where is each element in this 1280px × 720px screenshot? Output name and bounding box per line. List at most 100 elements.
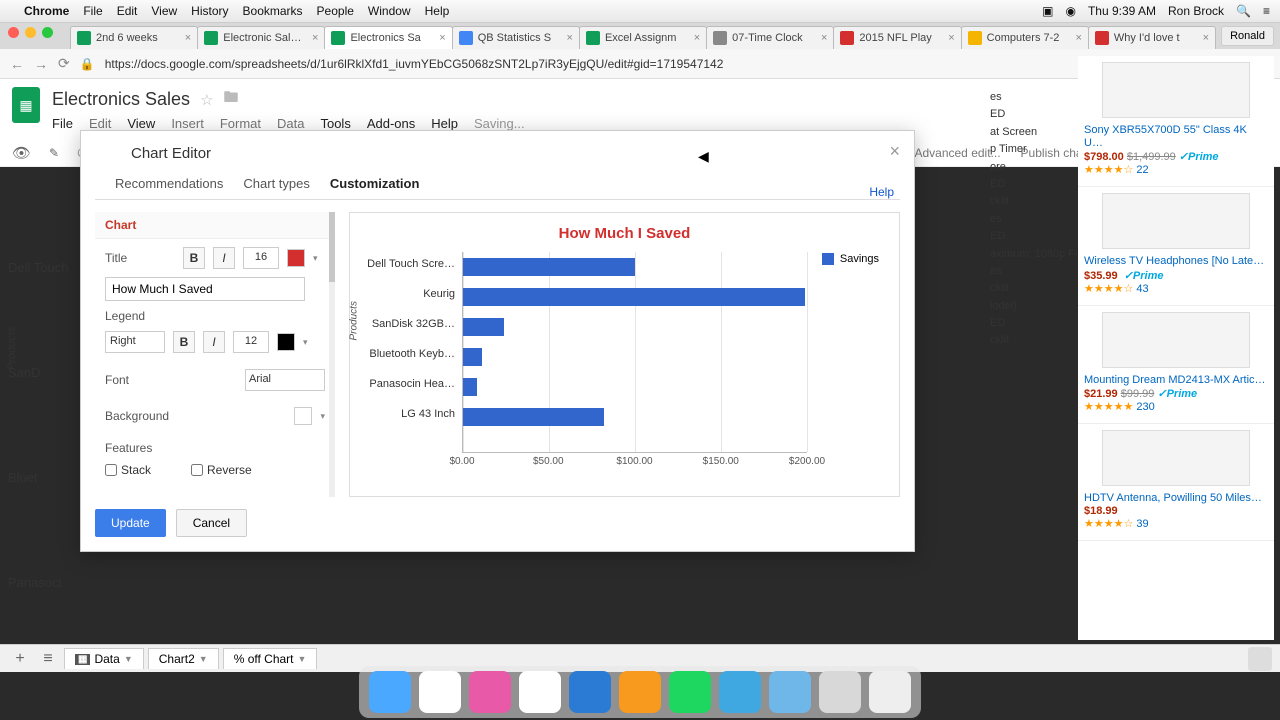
back-icon[interactable]: ←: [10, 56, 24, 72]
explore-button[interactable]: [1248, 647, 1272, 671]
user-name[interactable]: Ron Brock: [1168, 4, 1224, 18]
tab-chart-types[interactable]: Chart types: [243, 176, 309, 191]
title-input[interactable]: [105, 277, 305, 301]
close-tab-icon[interactable]: ×: [821, 32, 827, 44]
reverse-checkbox[interactable]: Reverse: [191, 463, 252, 477]
title-color-swatch[interactable]: [287, 249, 305, 267]
dock-app-icon[interactable]: [669, 671, 711, 713]
url-text[interactable]: https://docs.google.com/spreadsheets/d/1…: [105, 57, 1203, 71]
review-count[interactable]: 39: [1136, 518, 1148, 530]
spotlight-icon[interactable]: 🔍: [1236, 4, 1251, 18]
visibility-icon[interactable]: 👁: [12, 144, 31, 162]
doc-title[interactable]: Electronics Sales: [52, 89, 190, 110]
sheets-menu-insert[interactable]: Insert: [171, 116, 204, 131]
cancel-button[interactable]: Cancel: [176, 509, 247, 537]
section-chart[interactable]: Chart: [95, 212, 335, 239]
italic-button[interactable]: I: [213, 247, 235, 269]
clock[interactable]: Thu 9:39 AM: [1088, 4, 1156, 18]
sheets-menu-format[interactable]: Format: [220, 116, 261, 131]
dock-app-icon[interactable]: [719, 671, 761, 713]
sheets-menu-view[interactable]: View: [127, 116, 155, 131]
sheet-tab[interactable]: ▦ Data ▼: [64, 648, 144, 669]
dock-app-icon[interactable]: [519, 671, 561, 713]
pencil-icon[interactable]: ✎: [49, 146, 59, 160]
browser-tab[interactable]: QB Statistics S×: [452, 26, 580, 49]
product-name[interactable]: Sony XBR55X700D 55" Class 4K U…: [1084, 124, 1268, 150]
close-tab-icon[interactable]: ×: [1075, 32, 1081, 44]
title-size-select[interactable]: 16: [243, 247, 279, 269]
sheets-menu-add-ons[interactable]: Add-ons: [367, 116, 415, 131]
browser-tab[interactable]: 2nd 6 weeks×: [70, 26, 198, 49]
close-window-icon[interactable]: [8, 27, 19, 38]
menu-help[interactable]: Help: [425, 4, 450, 18]
dock-app-icon[interactable]: [619, 671, 661, 713]
product-name[interactable]: Wireless TV Headphones [No Late…: [1084, 255, 1268, 268]
menu-history[interactable]: History: [191, 4, 228, 18]
scrollbar-thumb[interactable]: [329, 212, 335, 282]
menu-edit[interactable]: Edit: [117, 4, 138, 18]
review-count[interactable]: 43: [1136, 283, 1148, 295]
sheets-menu-data[interactable]: Data: [277, 116, 304, 131]
menu-people[interactable]: People: [317, 4, 354, 18]
add-sheet-button[interactable]: +: [8, 650, 32, 668]
close-tab-icon[interactable]: ×: [694, 32, 700, 44]
browser-tab[interactable]: 07-Time Clock×: [706, 26, 834, 49]
dock-app-icon[interactable]: [769, 671, 811, 713]
review-count[interactable]: 22: [1136, 164, 1148, 176]
legend-color-swatch[interactable]: [277, 333, 295, 351]
close-tab-icon[interactable]: ×: [948, 32, 954, 44]
close-tab-icon[interactable]: ×: [312, 32, 318, 44]
browser-tab[interactable]: Excel Assignm×: [579, 26, 707, 49]
legend-position-select[interactable]: Right: [105, 331, 165, 353]
folder-icon[interactable]: 🖿: [224, 87, 239, 112]
menu-bookmarks[interactable]: Bookmarks: [243, 4, 303, 18]
browser-tab[interactable]: Why I'd love t×: [1088, 26, 1216, 49]
close-tab-icon[interactable]: ×: [439, 32, 445, 44]
airplay-icon[interactable]: ▣: [1042, 4, 1053, 18]
menu-window[interactable]: Window: [368, 4, 411, 18]
sheet-tab[interactable]: Chart2 ▼: [148, 648, 219, 669]
profile-right[interactable]: Ronald: [1221, 26, 1274, 46]
stack-checkbox[interactable]: Stack: [105, 463, 151, 477]
close-tab-icon[interactable]: ×: [185, 32, 191, 44]
product-name[interactable]: HDTV Antenna, Powilling 50 Miles…: [1084, 492, 1268, 505]
close-icon[interactable]: ×: [889, 141, 900, 162]
wifi-icon[interactable]: ◉: [1065, 4, 1075, 18]
browser-tab[interactable]: Electronics Sa×: [324, 26, 452, 49]
customization-pane[interactable]: Chart Title B I 16 ▾ Legend Right B I 12…: [95, 212, 335, 497]
menu-view[interactable]: View: [151, 4, 177, 18]
app-name[interactable]: Chrome: [24, 4, 69, 18]
dock-app-icon[interactable]: [419, 671, 461, 713]
zoom-window-icon[interactable]: [42, 27, 53, 38]
legend-bold-button[interactable]: B: [173, 331, 195, 353]
sheets-logo-icon[interactable]: ▦: [12, 87, 40, 123]
product-card[interactable]: Mounting Dream MD2413-MX Artic… $21.99 $…: [1078, 306, 1274, 424]
dock-app-icon[interactable]: [819, 671, 861, 713]
legend-size-select[interactable]: 12: [233, 331, 269, 353]
sheets-menu-tools[interactable]: Tools: [320, 116, 350, 131]
browser-tab[interactable]: 2015 NFL Play×: [833, 26, 961, 49]
legend-italic-button[interactable]: I: [203, 331, 225, 353]
close-tab-icon[interactable]: ×: [1203, 32, 1209, 44]
dock-app-icon[interactable]: [369, 671, 411, 713]
sheet-tab[interactable]: % off Chart ▼: [223, 648, 318, 669]
all-sheets-button[interactable]: ≡: [36, 650, 60, 668]
close-tab-icon[interactable]: ×: [567, 32, 573, 44]
tab-customization[interactable]: Customization: [330, 176, 420, 191]
forward-icon[interactable]: →: [34, 56, 48, 72]
window-controls[interactable]: [8, 27, 53, 38]
sheets-menu-edit[interactable]: Edit: [89, 116, 111, 131]
reload-icon[interactable]: ⟳: [58, 55, 70, 72]
review-count[interactable]: 230: [1136, 401, 1154, 413]
product-card[interactable]: Wireless TV Headphones [No Late… $35.99 …: [1078, 187, 1274, 305]
bold-button[interactable]: B: [183, 247, 205, 269]
product-card[interactable]: Sony XBR55X700D 55" Class 4K U… $798.00 …: [1078, 56, 1274, 187]
menu-file[interactable]: File: [83, 4, 102, 18]
star-icon[interactable]: ☆: [200, 91, 213, 109]
advanced-edit[interactable]: Advanced edit...: [914, 146, 1000, 160]
dock-app-icon[interactable]: [869, 671, 911, 713]
bg-color-swatch[interactable]: [294, 407, 312, 425]
update-button[interactable]: Update: [95, 509, 166, 537]
dock-app-icon[interactable]: [469, 671, 511, 713]
tab-recommendations[interactable]: Recommendations: [115, 176, 223, 191]
